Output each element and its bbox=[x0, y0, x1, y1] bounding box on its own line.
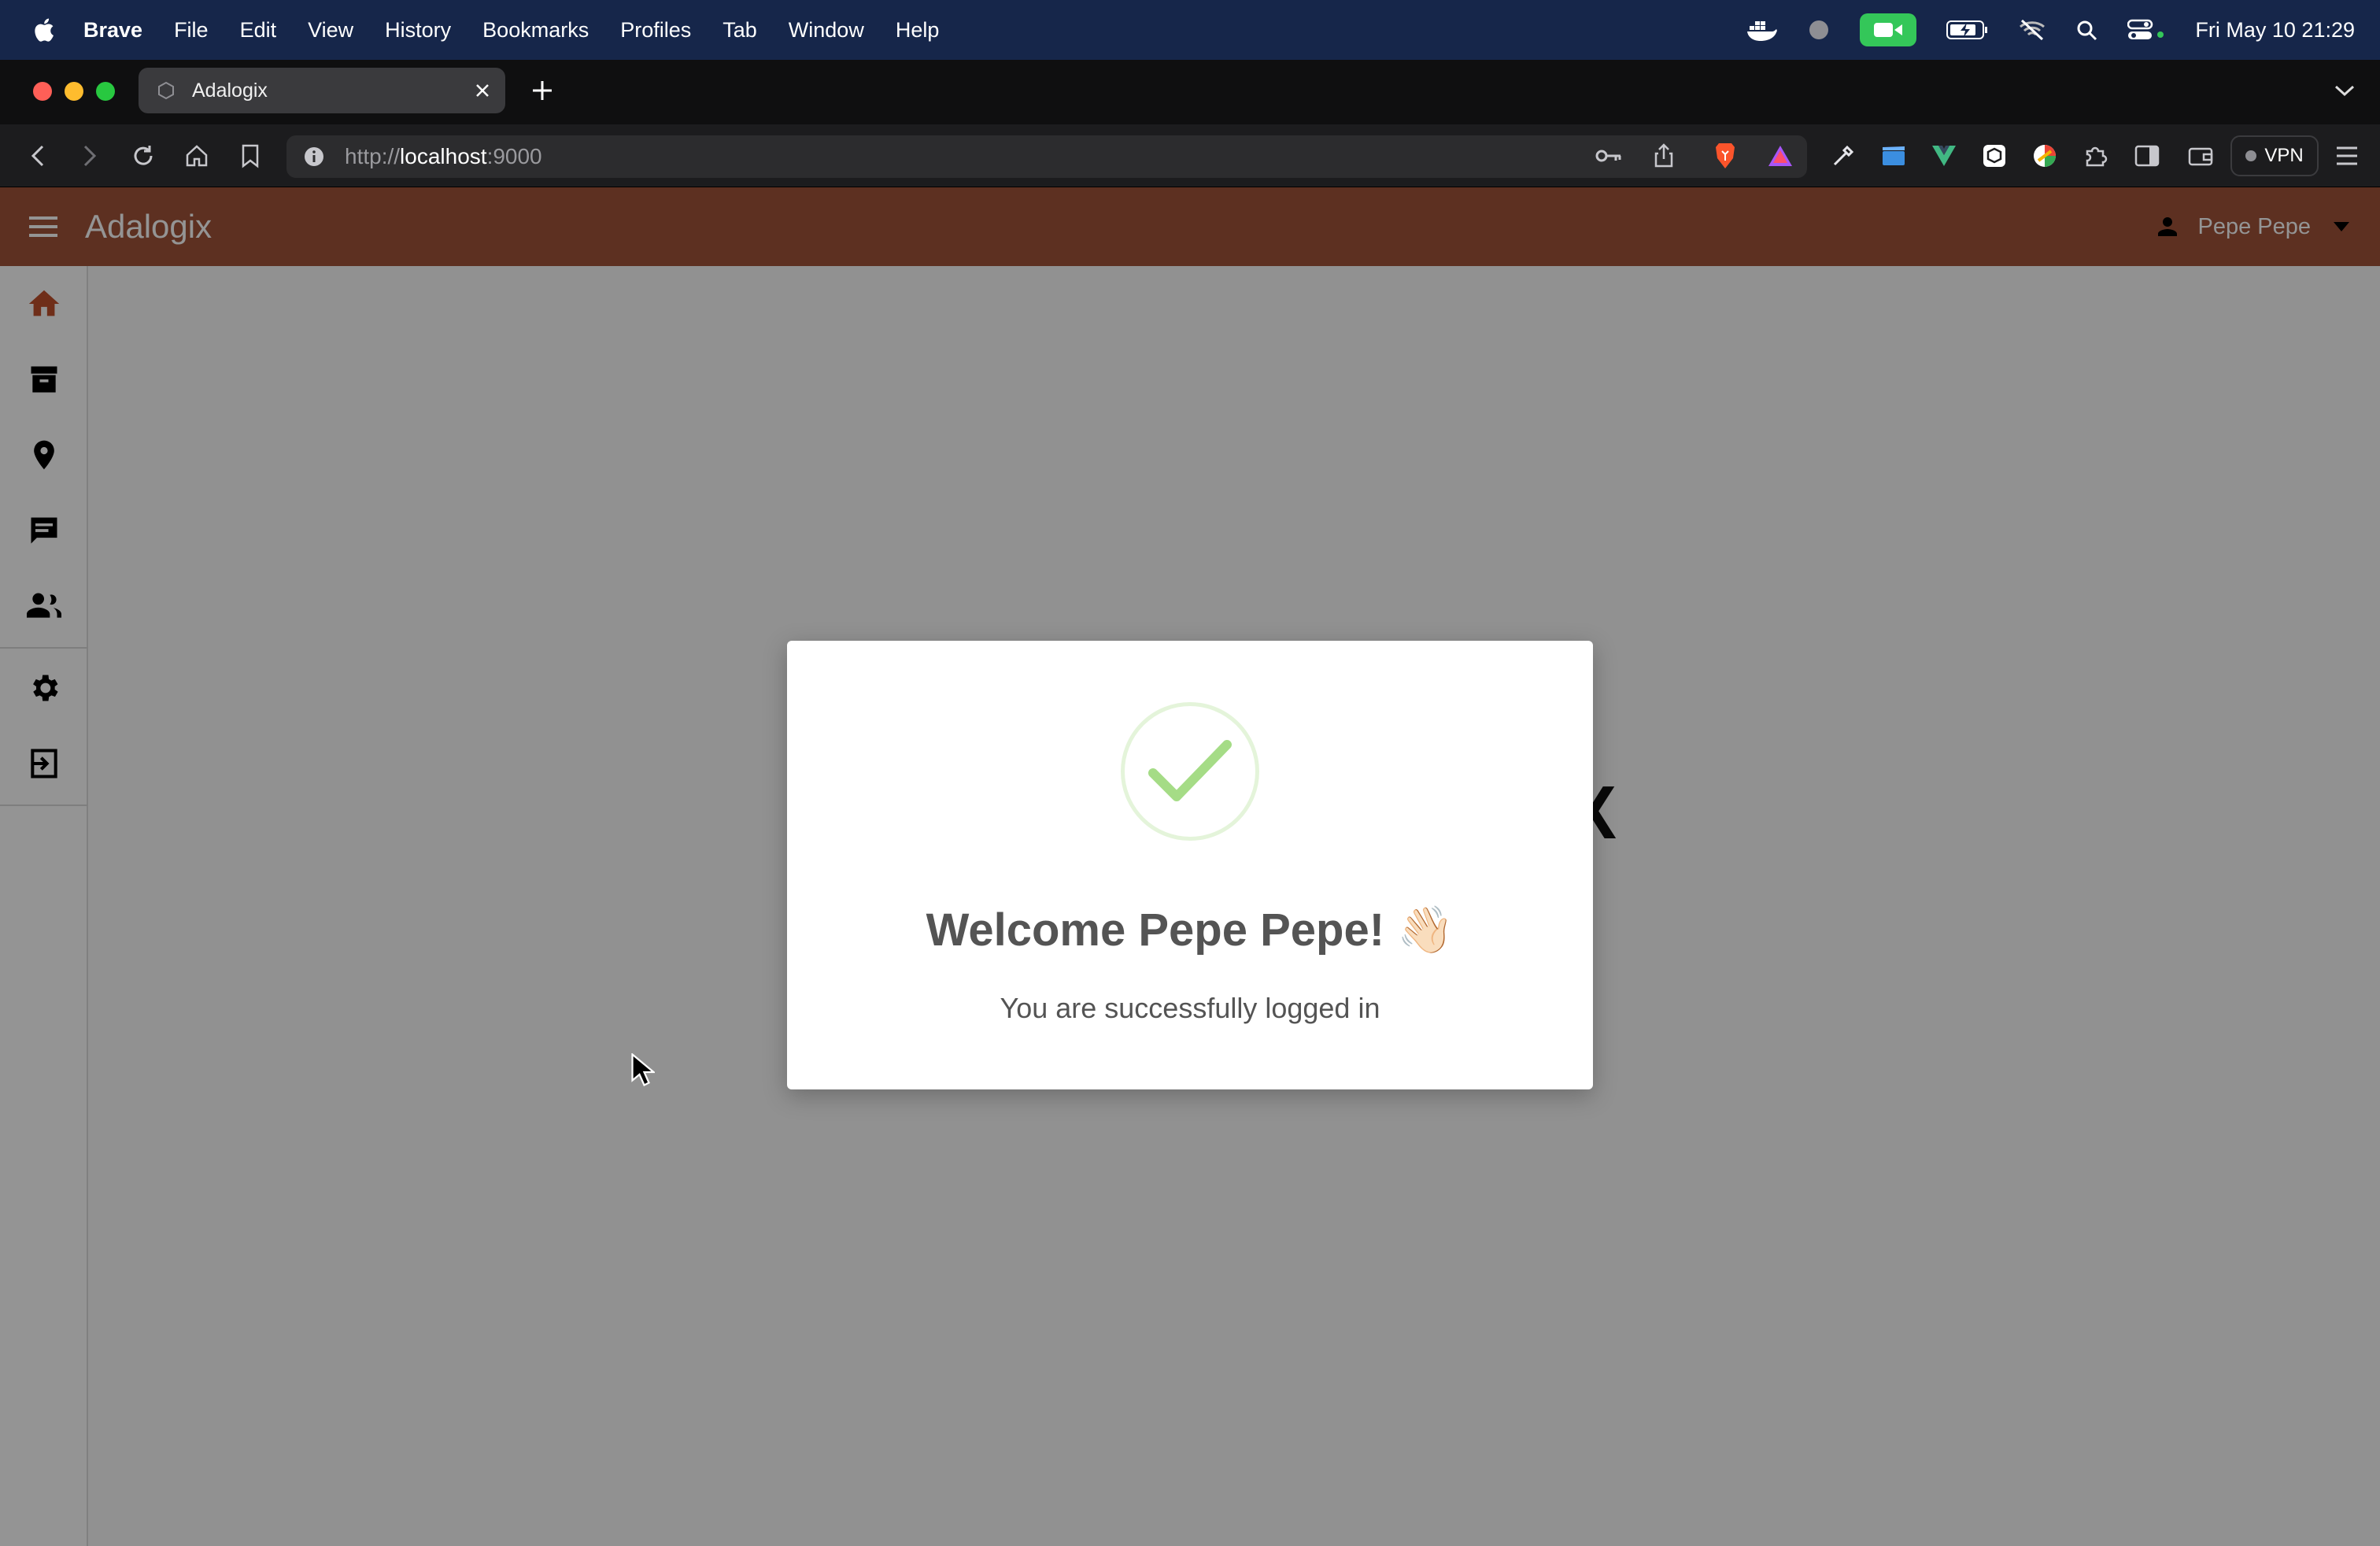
status-area: Fri May 10 21:29 bbox=[1717, 0, 2355, 60]
facetime-icon[interactable] bbox=[1860, 13, 1917, 46]
browser-menu-icon[interactable] bbox=[2331, 140, 2363, 172]
battery-icon[interactable] bbox=[1946, 20, 1989, 40]
tab-list-chevron-icon[interactable] bbox=[2333, 79, 2356, 102]
menubar-clock[interactable]: Fri May 10 21:29 bbox=[2195, 18, 2355, 43]
wallet-icon[interactable] bbox=[2185, 140, 2216, 172]
record-icon[interactable] bbox=[1808, 19, 1830, 41]
success-check-icon bbox=[1121, 702, 1259, 841]
mouse-cursor-icon bbox=[631, 1053, 655, 1086]
tab-favicon-icon bbox=[158, 81, 174, 100]
extension-cube-icon[interactable] bbox=[1979, 140, 2010, 172]
multicolor-extension-icon[interactable] bbox=[2029, 140, 2060, 172]
window-minimize-button[interactable] bbox=[65, 82, 83, 101]
url-text[interactable]: http://localhost:9000 bbox=[345, 144, 542, 169]
spotlight-icon[interactable] bbox=[2075, 19, 2097, 41]
color-picker-extension-icon[interactable] bbox=[1828, 140, 1859, 172]
wifi-off-icon[interactable] bbox=[2019, 19, 2046, 41]
extensions-puzzle-icon[interactable] bbox=[2079, 140, 2111, 172]
browser-tab-active[interactable]: Adalogix bbox=[139, 68, 505, 113]
dialog-message: You are successfully logged in bbox=[1000, 992, 1380, 1024]
menu-app-name[interactable]: Brave bbox=[83, 18, 142, 43]
menu-tab[interactable]: Tab bbox=[722, 18, 757, 43]
back-icon[interactable] bbox=[22, 140, 54, 172]
apple-icon[interactable] bbox=[31, 17, 55, 43]
control-center-icon[interactable] bbox=[2127, 19, 2165, 41]
menu-help[interactable]: Help bbox=[896, 18, 940, 43]
dialog-title: Welcome Pepe Pepe! 👋🏻 bbox=[926, 904, 1454, 956]
menu-file[interactable]: File bbox=[174, 18, 209, 43]
share-icon[interactable] bbox=[1648, 140, 1680, 172]
window-zoom-button[interactable] bbox=[96, 82, 115, 101]
menu-profiles[interactable]: Profiles bbox=[620, 18, 691, 43]
reload-icon[interactable] bbox=[128, 140, 159, 172]
vpn-status-dot bbox=[2245, 150, 2257, 161]
menu-history[interactable]: History bbox=[385, 18, 451, 43]
site-info-icon[interactable] bbox=[302, 145, 326, 168]
menu-view[interactable]: View bbox=[308, 18, 353, 43]
brave-rewards-icon[interactable] bbox=[1765, 140, 1796, 172]
sidebar-toggle-icon[interactable] bbox=[2131, 140, 2163, 172]
web-page: Adalogix Pepe Pepe Welcome Pepe Pepe! 👋🏻… bbox=[0, 187, 2380, 1546]
password-key-icon[interactable] bbox=[1593, 140, 1624, 172]
menu-bookmarks[interactable]: Bookmarks bbox=[482, 18, 589, 43]
home-browser-icon[interactable] bbox=[181, 140, 213, 172]
brave-shields-icon[interactable] bbox=[1709, 140, 1741, 172]
tab-close-icon[interactable] bbox=[471, 79, 494, 102]
window-close-button[interactable] bbox=[33, 82, 52, 101]
vue-devtools-icon[interactable] bbox=[1928, 140, 1960, 172]
welcome-dialog: Welcome Pepe Pepe! 👋🏻 You are successful… bbox=[787, 641, 1593, 1089]
menu-window[interactable]: Window bbox=[789, 18, 864, 43]
new-tab-icon[interactable] bbox=[527, 76, 557, 105]
address-bar[interactable]: http://localhost:9000 bbox=[286, 135, 1807, 178]
forward-icon[interactable] bbox=[74, 140, 105, 172]
screen: Brave File Edit View History Bookmarks P… bbox=[0, 0, 2380, 1546]
tab-title: Adalogix bbox=[192, 79, 268, 102]
vpn-label: VPN bbox=[2264, 145, 2304, 166]
menu-edit[interactable]: Edit bbox=[240, 18, 277, 43]
vpn-button[interactable]: VPN bbox=[2230, 135, 2319, 176]
clapper-extension-icon[interactable] bbox=[1878, 140, 1909, 172]
macos-menu-bar: Brave File Edit View History Bookmarks P… bbox=[0, 0, 2380, 60]
docker-icon[interactable] bbox=[1746, 18, 1778, 42]
bookmark-icon[interactable] bbox=[235, 140, 266, 172]
